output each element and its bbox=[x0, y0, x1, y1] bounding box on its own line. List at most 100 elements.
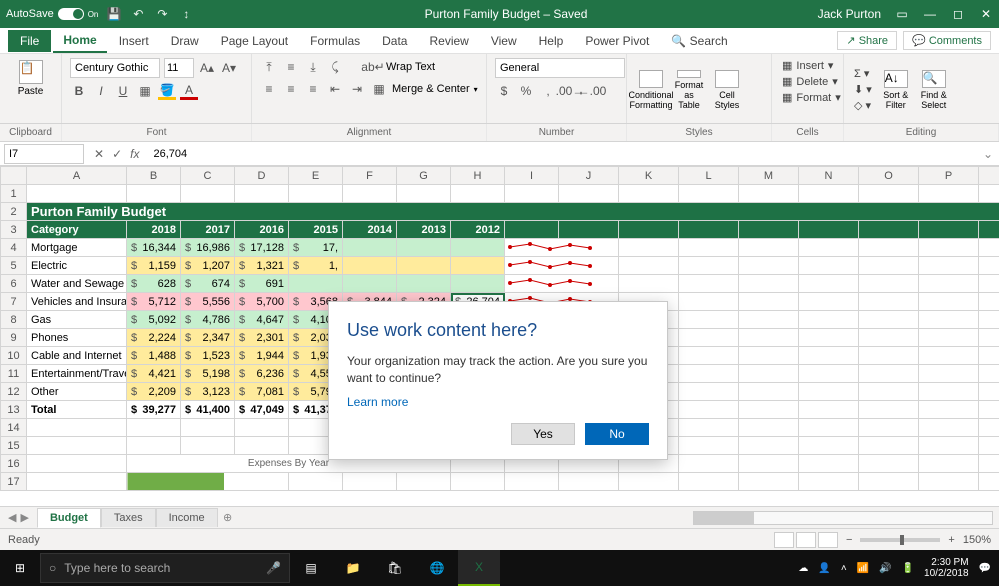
page-layout-view-icon[interactable] bbox=[796, 532, 816, 548]
wrap-text-icon[interactable]: ab↵ bbox=[364, 58, 382, 76]
tray-battery-icon[interactable]: 🔋 bbox=[902, 563, 914, 574]
total-label[interactable]: Total bbox=[27, 401, 127, 419]
year-header[interactable]: 2017 bbox=[181, 221, 235, 239]
year-header[interactable]: 2014 bbox=[343, 221, 397, 239]
data-cell[interactable] bbox=[289, 275, 343, 293]
select-all[interactable] bbox=[1, 167, 27, 185]
data-cell[interactable] bbox=[343, 239, 397, 257]
zoom-level[interactable]: 150% bbox=[963, 534, 991, 546]
font-color-icon[interactable]: A bbox=[180, 82, 198, 100]
tab-page-layout[interactable]: Page Layout bbox=[211, 30, 298, 52]
percent-icon[interactable]: % bbox=[517, 82, 535, 100]
data-cell[interactable]: $1,488 bbox=[127, 347, 181, 365]
align-right-icon[interactable]: ≡ bbox=[304, 80, 322, 98]
bold-button[interactable]: B bbox=[70, 82, 88, 100]
data-cell[interactable] bbox=[451, 275, 505, 293]
tab-file[interactable]: File bbox=[8, 30, 51, 52]
tray-people-icon[interactable]: 👤 bbox=[818, 563, 830, 574]
sparkline[interactable] bbox=[505, 239, 619, 257]
data-cell[interactable] bbox=[451, 239, 505, 257]
data-cell[interactable]: $2,301 bbox=[235, 329, 289, 347]
data-cell[interactable]: $674 bbox=[181, 275, 235, 293]
category-cell[interactable]: Gas bbox=[27, 311, 127, 329]
close-icon[interactable]: ✕ bbox=[979, 7, 993, 21]
data-cell[interactable]: $1,159 bbox=[127, 257, 181, 275]
yes-button[interactable]: Yes bbox=[511, 423, 575, 445]
underline-button[interactable]: U bbox=[114, 82, 132, 100]
format-cells-button[interactable]: ▦ Format ▾ bbox=[780, 90, 835, 105]
indent-dec-icon[interactable]: ⇤ bbox=[326, 80, 344, 98]
tab-data[interactable]: Data bbox=[372, 30, 417, 52]
sparkline[interactable] bbox=[505, 257, 619, 275]
number-format-select[interactable] bbox=[495, 58, 625, 78]
find-select-button[interactable]: 🔍Find & Select bbox=[918, 70, 950, 110]
data-cell[interactable]: $17,128 bbox=[235, 239, 289, 257]
col-header[interactable]: A bbox=[27, 167, 127, 185]
data-cell[interactable] bbox=[397, 257, 451, 275]
align-center-icon[interactable]: ≡ bbox=[282, 80, 300, 98]
col-header[interactable]: F bbox=[343, 167, 397, 185]
chevron-down-icon[interactable]: ▾ bbox=[474, 85, 478, 94]
category-header[interactable]: Category bbox=[27, 221, 127, 239]
search-box[interactable]: 🔍 Search bbox=[661, 30, 737, 52]
year-header[interactable]: 2013 bbox=[397, 221, 451, 239]
data-cell[interactable]: $4,421 bbox=[127, 365, 181, 383]
data-cell[interactable]: $2,224 bbox=[127, 329, 181, 347]
data-cell[interactable]: $6,236 bbox=[235, 365, 289, 383]
data-cell[interactable]: $691 bbox=[235, 275, 289, 293]
clear-icon[interactable]: ◇ ▾ bbox=[852, 98, 874, 113]
store-icon[interactable]: 🛍 bbox=[374, 550, 416, 586]
data-cell[interactable] bbox=[397, 275, 451, 293]
merge-icon[interactable]: ▦ bbox=[370, 80, 388, 98]
format-as-table-button[interactable]: Format as Table bbox=[673, 70, 705, 110]
data-cell[interactable]: $2,209 bbox=[127, 383, 181, 401]
col-header[interactable]: L bbox=[679, 167, 739, 185]
autosum-icon[interactable]: Σ ▾ bbox=[852, 66, 874, 81]
col-header[interactable]: J bbox=[559, 167, 619, 185]
col-header[interactable]: O bbox=[859, 167, 919, 185]
category-cell[interactable]: Entertainment/Travel bbox=[27, 365, 127, 383]
tray-up-icon[interactable]: ˄ bbox=[841, 563, 847, 574]
start-button[interactable]: ⊞ bbox=[0, 550, 40, 586]
conditional-formatting-button[interactable]: Conditional Formatting bbox=[635, 70, 667, 110]
touch-mode-icon[interactable]: ↕ bbox=[178, 6, 194, 22]
col-header[interactable]: E bbox=[289, 167, 343, 185]
data-cell[interactable]: $5,092 bbox=[127, 311, 181, 329]
data-cell[interactable]: $16,986 bbox=[181, 239, 235, 257]
col-header[interactable]: M bbox=[739, 167, 799, 185]
data-cell[interactable]: $7,081 bbox=[235, 383, 289, 401]
category-cell[interactable]: Electric bbox=[27, 257, 127, 275]
cancel-formula-icon[interactable]: ✕ bbox=[94, 147, 104, 161]
tray-volume-icon[interactable]: 🔊 bbox=[879, 563, 891, 574]
mic-icon[interactable]: 🎤 bbox=[266, 561, 281, 575]
tab-formulas[interactable]: Formulas bbox=[300, 30, 370, 52]
tab-review[interactable]: Review bbox=[419, 30, 478, 52]
delete-cells-button[interactable]: ▦ Delete ▾ bbox=[780, 74, 835, 89]
data-cell[interactable] bbox=[343, 275, 397, 293]
tray-network-icon[interactable]: 📶 bbox=[857, 563, 869, 574]
page-break-view-icon[interactable] bbox=[818, 532, 838, 548]
excel-taskbar-icon[interactable]: X bbox=[458, 550, 500, 586]
formula-input[interactable] bbox=[145, 148, 976, 160]
wrap-text-label[interactable]: Wrap Text bbox=[386, 61, 435, 73]
sort-filter-button[interactable]: A↓Sort & Filter bbox=[880, 70, 912, 110]
col-header[interactable]: K bbox=[619, 167, 679, 185]
data-cell[interactable]: $2,347 bbox=[181, 329, 235, 347]
category-cell[interactable]: Vehicles and Insurance bbox=[27, 293, 127, 311]
zoom-out-icon[interactable]: − bbox=[846, 534, 852, 546]
fx-icon[interactable]: fx bbox=[130, 147, 139, 161]
autosave-toggle[interactable]: AutoSave On bbox=[6, 8, 98, 20]
undo-icon[interactable]: ↶ bbox=[130, 6, 146, 22]
taskbar-search[interactable]: ○ Type here to search 🎤 bbox=[40, 553, 290, 583]
paste-button[interactable]: 📋 Paste bbox=[15, 58, 47, 98]
merge-label[interactable]: Merge & Center bbox=[392, 83, 470, 95]
comma-icon[interactable]: , bbox=[539, 82, 557, 100]
edge-icon[interactable]: 🌐 bbox=[416, 550, 458, 586]
cell-styles-button[interactable]: Cell Styles bbox=[711, 70, 743, 110]
explorer-icon[interactable]: 📁 bbox=[332, 550, 374, 586]
total-cell[interactable]: $47,049 bbox=[235, 401, 289, 419]
sheet-tab-income[interactable]: Income bbox=[156, 508, 218, 527]
data-cell[interactable]: $17, bbox=[289, 239, 343, 257]
data-cell[interactable]: $5,556 bbox=[181, 293, 235, 311]
sheet-tab-taxes[interactable]: Taxes bbox=[101, 508, 156, 527]
